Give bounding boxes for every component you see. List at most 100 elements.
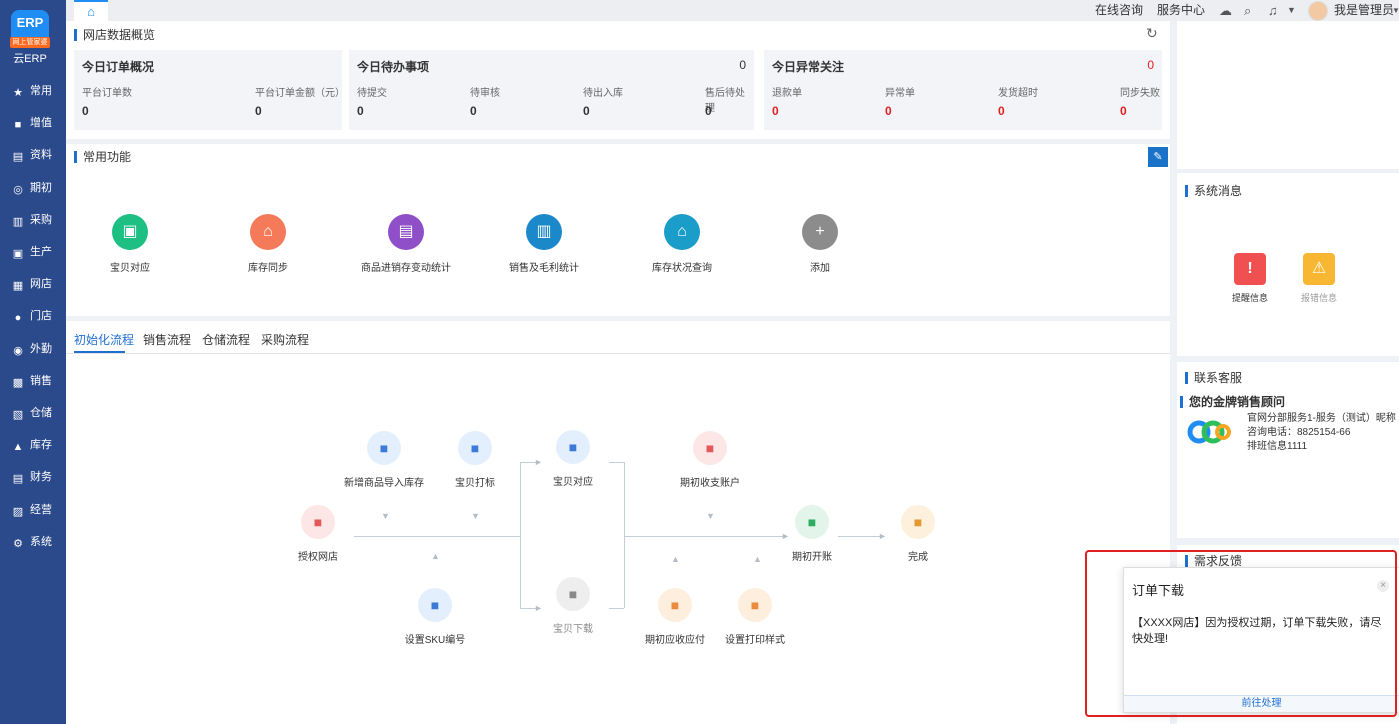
- abnormal-count: 0: [1147, 58, 1154, 72]
- chevron-down-icon[interactable]: ▼: [1287, 0, 1296, 21]
- flow-step[interactable]: ■ 授权网店: [268, 505, 368, 563]
- abnormal-label: 异常单: [885, 88, 915, 99]
- consultant-schedule: 排班信息1111: [1247, 441, 1308, 452]
- app-logo[interactable]: ERP 网上管家婆: [10, 10, 50, 48]
- sidebar: ERP 网上管家婆 云ERP ★ 常用 ■ 增值 ▤ 资料 ◎ 期初 ▥ 采购 ▣ 生产 ▦ 网店 ● 门店 ◉…: [0, 0, 66, 724]
- flow-step[interactable]: ■ 期初收支账户: [660, 431, 760, 489]
- function-icon: ⌂: [250, 214, 286, 250]
- sidebar-item-7[interactable]: ● 门店: [0, 303, 66, 329]
- sidebar-item-2[interactable]: ▤ 资料: [0, 142, 66, 168]
- todo-value[interactable]: 0: [705, 104, 712, 118]
- top-bar: ⌂ 在线咨询 服务中心 ☁ ⌕ ♫ ▼ 我是管理员 ▼: [66, 0, 1399, 21]
- finance-icon: ▤: [12, 473, 24, 486]
- factory-icon: ▣: [12, 248, 24, 260]
- flow-step[interactable]: ■ 宝贝下载: [523, 577, 623, 635]
- avatar[interactable]: [1308, 1, 1328, 21]
- edit-icon[interactable]: ✎: [1148, 147, 1168, 167]
- abnormal-value[interactable]: 0: [885, 104, 892, 118]
- flow-step-label: 设置SKU编号: [404, 635, 466, 646]
- user-menu-chevron-icon[interactable]: ▼: [1392, 0, 1399, 21]
- function-icon: ▤: [388, 214, 424, 250]
- order-count-value: 0: [82, 104, 89, 118]
- function-icon: +: [802, 214, 838, 250]
- alarm-icon: !: [1234, 253, 1266, 285]
- todo-value[interactable]: 0: [357, 104, 364, 118]
- sidebar-item-13[interactable]: ▨ 经营: [0, 497, 66, 523]
- flow-step-label: 期初开账: [792, 552, 832, 563]
- tab-init-flow[interactable]: 初始化流程: [74, 331, 134, 348]
- highlight-frame: [1085, 550, 1397, 717]
- sidebar-item-label: 经营: [30, 503, 52, 516]
- function-shortcut[interactable]: ▣ 宝贝对应: [70, 214, 190, 274]
- sidebar-item-9[interactable]: ▩ 销售: [0, 368, 66, 394]
- remind-message-button[interactable]: ! 提醒信息: [1225, 253, 1275, 304]
- flow-line: [354, 536, 520, 537]
- sidebar-item-4[interactable]: ▥ 采购: [0, 207, 66, 233]
- function-shortcut[interactable]: ⌂ 库存同步: [208, 214, 328, 274]
- sidebar-item-5[interactable]: ▣ 生产: [0, 239, 66, 265]
- tab-storage-flow[interactable]: 仓储流程: [202, 331, 250, 348]
- flow-step-label: 完成: [908, 552, 928, 563]
- cloud-icon[interactable]: ☁: [1219, 0, 1232, 21]
- refresh-icon[interactable]: ↻: [1146, 25, 1158, 42]
- error-message-button[interactable]: ⚠ 报错信息: [1294, 253, 1344, 304]
- todo-value[interactable]: 0: [583, 104, 590, 118]
- abnormal-label: 同步失败: [1120, 88, 1160, 99]
- abnormal-value[interactable]: 0: [772, 104, 779, 118]
- flow-step[interactable]: ■ 设置SKU编号: [385, 588, 485, 646]
- sidebar-item-11[interactable]: ▲ 库存: [0, 432, 66, 458]
- sidebar-item-label: 外勤: [30, 342, 52, 355]
- sidebar-item-0[interactable]: ★ 常用: [0, 78, 66, 104]
- logo-text: ERP: [16, 15, 44, 30]
- abnormal-value[interactable]: 0: [998, 104, 1005, 118]
- flow-step[interactable]: ■ 宝贝打标: [425, 431, 525, 489]
- flow-step-label: 设置打印样式: [725, 635, 785, 646]
- tab-sales-flow[interactable]: 销售流程: [143, 331, 191, 348]
- user-name[interactable]: 我是管理员: [1334, 0, 1394, 21]
- function-shortcut[interactable]: ▤ 商品进销存变动统计: [346, 214, 466, 274]
- tab-purchase-flow[interactable]: 采购流程: [261, 331, 309, 348]
- online-consult-link[interactable]: 在线咨询: [1095, 0, 1143, 21]
- arrow-down-icon: ▼: [471, 511, 480, 521]
- sidebar-item-3[interactable]: ◎ 期初: [0, 175, 66, 201]
- function-icon: ⌂: [664, 214, 700, 250]
- flow-step[interactable]: ■ 完成: [868, 505, 968, 563]
- todo-label: 待审核: [470, 88, 500, 99]
- flow-step[interactable]: ■ 宝贝对应: [523, 430, 623, 488]
- warehouse-icon: ▧: [12, 409, 24, 421]
- service-center-link[interactable]: 服务中心: [1157, 0, 1205, 21]
- sidebar-item-8[interactable]: ◉ 外勤: [0, 336, 66, 362]
- flow-step[interactable]: ■ 设置打印样式: [705, 588, 805, 646]
- todo-title: 今日待办事项: [357, 60, 430, 74]
- flow-step[interactable]: ■ 期初开账: [762, 505, 862, 563]
- contact-title: 联系客服: [1185, 372, 1242, 384]
- business-icon: ▨: [12, 505, 24, 518]
- todo-value[interactable]: 0: [470, 104, 477, 118]
- flow-step[interactable]: ■ 新增商品导入库存: [334, 431, 434, 489]
- store-icon: ●: [14, 312, 22, 325]
- abnormal-value[interactable]: 0: [1120, 104, 1127, 118]
- search-icon[interactable]: ⌕: [1244, 0, 1251, 21]
- consultant-logo-icon: [1187, 414, 1231, 450]
- sidebar-item-14[interactable]: ⚙ 系统: [0, 529, 66, 555]
- sidebar-item-12[interactable]: ▤ 财务: [0, 464, 66, 490]
- arrow-down-icon: ▼: [706, 511, 715, 521]
- home-tab[interactable]: ⌂: [74, 0, 108, 21]
- sale-icon: ▩: [12, 376, 24, 389]
- flow-step-icon: ■: [556, 577, 590, 611]
- function-shortcut[interactable]: ▥ 销售及毛利统计: [484, 214, 604, 274]
- flow-step-label: 宝贝对应: [553, 477, 593, 488]
- sidebar-item-10[interactable]: ▧ 仓储: [0, 400, 66, 426]
- function-shortcut[interactable]: + 添加: [760, 214, 880, 274]
- flow-step-icon: ■: [556, 430, 590, 464]
- sidebar-item-1[interactable]: ■ 增值: [0, 110, 66, 136]
- flow-step-icon: ■: [901, 505, 935, 539]
- tab-divider: [66, 353, 1170, 354]
- system-messages-card: 系统消息 ! 提醒信息 ⚠ 报错信息: [1177, 173, 1399, 356]
- flow-step-icon: ■: [795, 505, 829, 539]
- bell-icon[interactable]: ♫: [1268, 0, 1278, 21]
- function-shortcut[interactable]: ⌂ 库存状况查询: [622, 214, 742, 274]
- sidebar-item-6[interactable]: ▦ 网店: [0, 271, 66, 297]
- todo-summary: 今日待办事项 0 待提交 待审核 待出入库 售后待处理 0 0 0 0: [349, 50, 754, 130]
- flow-step-icon: ■: [458, 431, 492, 465]
